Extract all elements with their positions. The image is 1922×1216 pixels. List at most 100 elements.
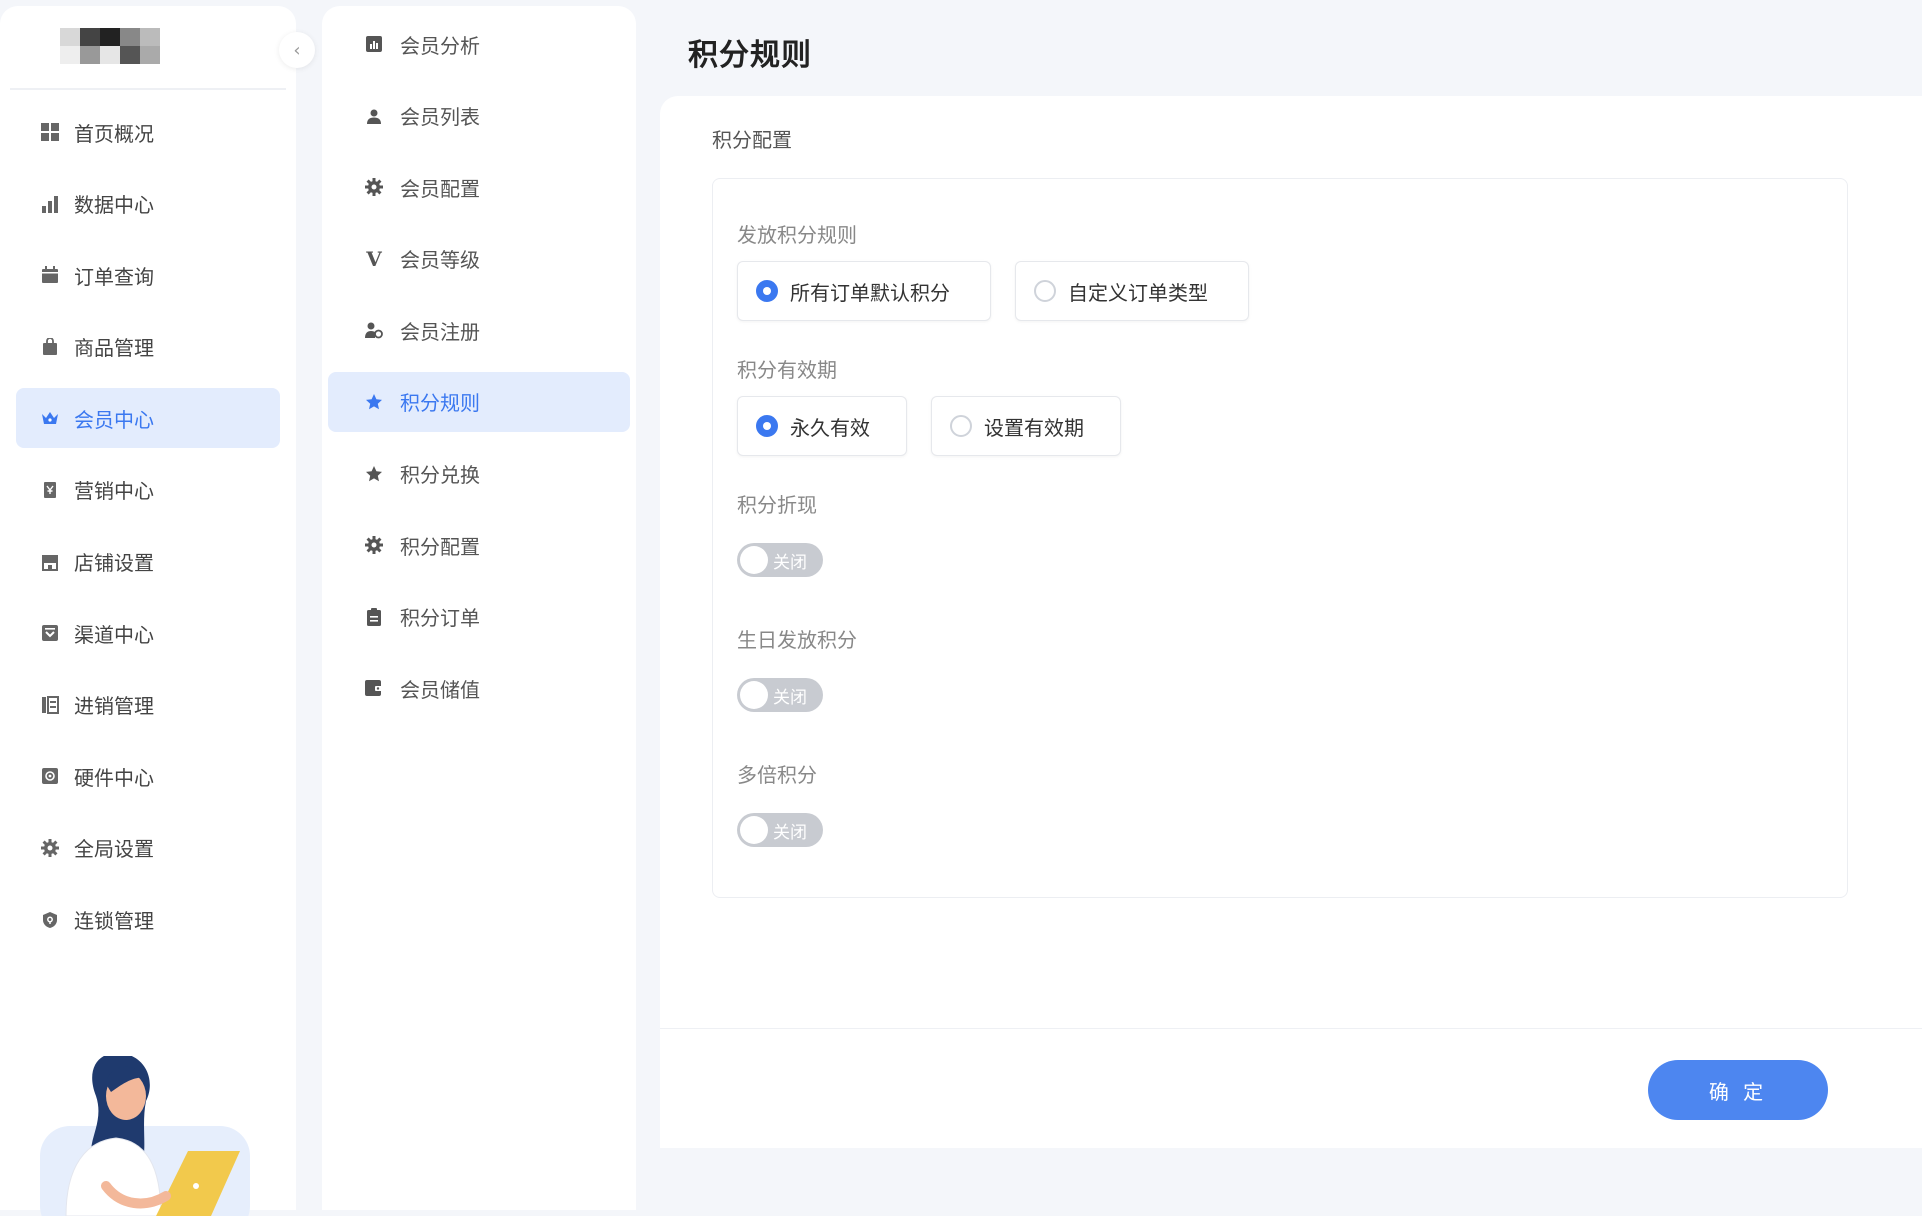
radio-label: 自定义订单类型 — [1068, 280, 1208, 305]
main-card: 积分配置 发放积分规则 所有订单默认积分 自定义订单类型 积分有效期 永久有效 … — [660, 96, 1922, 1148]
toggle-knob — [740, 546, 768, 574]
cash-out-toggle[interactable]: 关闭 — [737, 543, 823, 577]
footer-divider — [660, 1028, 1922, 1029]
calendar-icon — [40, 265, 60, 285]
illustration-woman-laptop — [40, 1056, 250, 1216]
sidebar-item-settings[interactable]: 全局设置 — [16, 818, 280, 878]
sidebar-item-store[interactable]: 店铺设置 — [16, 532, 280, 592]
sidebar-item-channels[interactable]: 渠道中心 — [16, 603, 280, 663]
gear-icon — [40, 838, 60, 858]
radio-checked-icon — [756, 280, 778, 302]
sidebar-item-label: 连锁管理 — [74, 909, 154, 934]
shield-icon — [40, 910, 60, 930]
secondary-sidebar: 会员分析 会员列表 会员配置 V 会员等级 会员注册 积分规则 积分兑换 积分配 — [322, 6, 636, 1210]
sidebar-item-label: 商品管理 — [74, 336, 154, 361]
sidebar-item-label: 会员中心 — [74, 407, 154, 432]
user-register-icon — [364, 320, 384, 340]
toggle-state-label: 关闭 — [773, 553, 807, 573]
sidebar-item-label: 营销中心 — [74, 479, 154, 504]
sidebar-item-members[interactable]: 会员中心 — [16, 388, 280, 449]
subnav-item-label: 会员配置 — [400, 176, 480, 201]
sidebar-item-chain[interactable]: 连锁管理 — [16, 890, 280, 950]
section-title: 积分配置 — [712, 128, 792, 152]
shopping-bag-icon — [40, 337, 60, 357]
hardware-icon — [40, 766, 60, 786]
radio-label: 设置有效期 — [984, 415, 1084, 440]
sidebar-item-label: 首页概况 — [74, 121, 154, 146]
multiple-points-toggle[interactable]: 关闭 — [737, 813, 823, 847]
subnav-item-points-orders[interactable]: 积分订单 — [328, 587, 630, 647]
sidebar-item-label: 硬件中心 — [74, 765, 154, 790]
subnav-item-member-analysis[interactable]: 会员分析 — [328, 14, 630, 74]
subnav-item-member-list[interactable]: 会员列表 — [328, 86, 630, 146]
star-icon — [364, 392, 384, 412]
gear-icon — [364, 535, 384, 555]
subnav-item-label: 会员等级 — [400, 248, 480, 273]
subnav-item-label: 会员列表 — [400, 105, 480, 130]
clipboard-icon — [364, 607, 384, 627]
chevron-left-icon: ‹ — [293, 39, 301, 61]
main-nav: 首页概况 数据中心 订单查询 商品管理 会员中心 营销中心 店铺设置 渠道中心 — [16, 102, 280, 961]
crown-icon — [40, 408, 60, 428]
gear-icon — [364, 177, 384, 197]
sidebar-item-products[interactable]: 商品管理 — [16, 317, 280, 377]
sidebar-item-label: 渠道中心 — [74, 622, 154, 647]
store-icon — [40, 552, 60, 572]
marketing-icon — [40, 480, 60, 500]
star-icon — [364, 464, 384, 484]
sidebar-item-label: 店铺设置 — [74, 551, 154, 576]
subnav-item-label: 积分规则 — [400, 391, 480, 416]
radio-unchecked-icon — [1034, 280, 1056, 302]
radio-all-orders-default[interactable]: 所有订单默认积分 — [737, 261, 991, 321]
radio-permanent[interactable]: 永久有效 — [737, 396, 907, 456]
sidebar-item-label: 进销管理 — [74, 694, 154, 719]
main-sidebar: 首页概况 数据中心 订单查询 商品管理 会员中心 营销中心 店铺设置 渠道中心 — [0, 6, 296, 1216]
logo — [60, 28, 160, 64]
radio-custom-order-type[interactable]: 自定义订单类型 — [1015, 261, 1249, 321]
channel-icon — [40, 623, 60, 643]
radio-label: 所有订单默认积分 — [790, 280, 950, 305]
collapse-sidebar-button[interactable]: ‹ — [279, 32, 315, 68]
subnav-item-member-stored-value[interactable]: 会员储值 — [328, 658, 630, 718]
radio-checked-icon — [756, 415, 778, 437]
confirm-button[interactable]: 确 定 — [1648, 1060, 1828, 1120]
sidebar-item-label: 全局设置 — [74, 837, 154, 862]
subnav-item-points-rules[interactable]: 积分规则 — [328, 371, 630, 432]
birthday-points-toggle[interactable]: 关闭 — [737, 678, 823, 712]
toggle-state-label: 关闭 — [773, 688, 807, 708]
multiple-points-label: 多倍积分 — [737, 763, 817, 787]
sidebar-item-inventory[interactable]: 进销管理 — [16, 675, 280, 735]
sidebar-item-orders[interactable]: 订单查询 — [16, 245, 280, 305]
subnav-item-label: 会员储值 — [400, 677, 480, 702]
radio-set-validity[interactable]: 设置有效期 — [931, 396, 1121, 456]
points-config-form: 发放积分规则 所有订单默认积分 自定义订单类型 积分有效期 永久有效 设置有效期… — [712, 178, 1848, 898]
subnav-item-label: 积分配置 — [400, 534, 480, 559]
inventory-icon — [40, 695, 60, 715]
sidebar-divider — [10, 88, 286, 90]
sidebar-item-label: 数据中心 — [74, 193, 154, 218]
issue-rule-label: 发放积分规则 — [737, 223, 857, 247]
wallet-icon — [364, 678, 384, 698]
bar-chart-icon — [40, 194, 60, 214]
grid-icon — [40, 122, 60, 142]
radio-unchecked-icon — [950, 415, 972, 437]
subnav-item-member-config[interactable]: 会员配置 — [328, 157, 630, 217]
subnav-item-points-exchange[interactable]: 积分兑换 — [328, 444, 630, 504]
cash-out-label: 积分折现 — [737, 493, 817, 517]
analysis-icon — [364, 34, 384, 54]
page-title: 积分规则 — [688, 38, 812, 73]
subnav-item-label: 积分兑换 — [400, 463, 480, 488]
toggle-knob — [740, 681, 768, 709]
subnav-item-points-config[interactable]: 积分配置 — [328, 515, 630, 575]
sidebar-item-hardware[interactable]: 硬件中心 — [16, 746, 280, 806]
sidebar-item-data[interactable]: 数据中心 — [16, 174, 280, 234]
subnav-item-label: 会员分析 — [400, 33, 480, 58]
subnav-item-member-register[interactable]: 会员注册 — [328, 300, 630, 360]
subnav-item-member-levels[interactable]: V 会员等级 — [328, 229, 630, 289]
birthday-points-label: 生日发放积分 — [737, 628, 857, 652]
vip-v-icon: V — [366, 246, 382, 271]
sidebar-item-home[interactable]: 首页概况 — [16, 102, 280, 162]
subnav-item-label: 会员注册 — [400, 319, 480, 344]
toggle-state-label: 关闭 — [773, 823, 807, 843]
sidebar-item-marketing[interactable]: 营销中心 — [16, 460, 280, 520]
